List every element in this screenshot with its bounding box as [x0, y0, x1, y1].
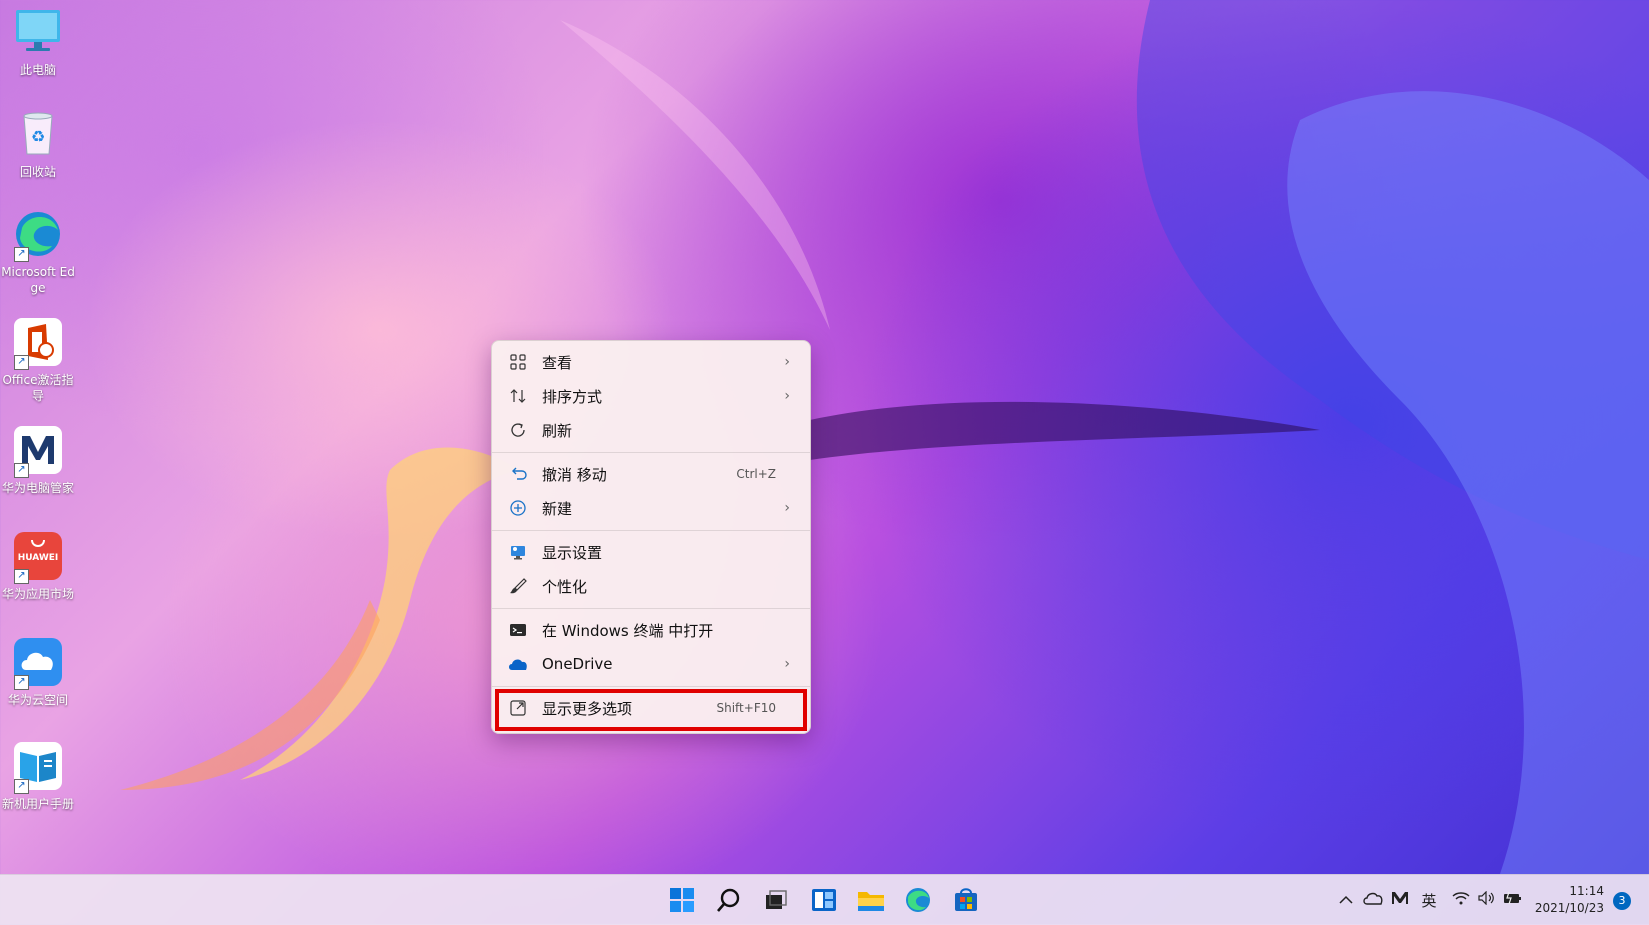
shortcut-arrow-icon: ↗: [14, 569, 29, 584]
cloud-icon: [1363, 891, 1383, 909]
task-view-icon: [766, 890, 787, 909]
tray-volume[interactable]: [1474, 875, 1500, 925]
desktop-icon-huawei-cloud[interactable]: ↗ 华为云空间: [0, 636, 76, 708]
menu-item-shortcut: Ctrl+Z: [736, 467, 776, 481]
undo-icon: [508, 464, 528, 484]
menu-item-label: 个性化: [542, 577, 588, 596]
desktop-icon-microsoft-edge[interactable]: ↗ Microsoft Edge: [0, 208, 76, 296]
menu-separator: [492, 452, 810, 453]
desktop-icon-huawei-appgallery[interactable]: HUAWEI ↗ 华为应用市场: [0, 530, 76, 602]
computer-icon: [16, 10, 60, 51]
shortcut-arrow-icon: ↗: [14, 247, 29, 262]
shortcut-arrow-icon: ↗: [14, 355, 29, 370]
menu-item-label: 排序方式: [542, 387, 603, 406]
store-icon: [955, 888, 977, 911]
tray-onedrive[interactable]: [1360, 875, 1386, 925]
start-button[interactable]: [666, 884, 698, 916]
tray-overflow-button[interactable]: [1335, 875, 1357, 925]
search-icon: [717, 888, 740, 912]
menu-item-label: 刷新: [542, 421, 573, 440]
wallpaper: [120, 0, 1649, 874]
store-button[interactable]: [950, 884, 982, 916]
menu-item-display-settings[interactable]: 显示设置: [496, 535, 806, 569]
menu-item-label: 显示设置: [542, 543, 603, 562]
tray-input-language[interactable]: 英: [1416, 875, 1442, 925]
widgets-icon: [812, 889, 836, 911]
menu-item-undo-move[interactable]: 撤消 移动 Ctrl+Z: [496, 457, 806, 491]
menu-item-refresh[interactable]: 刷新: [496, 413, 806, 447]
desktop-icon-office-activation[interactable]: ↗ Office激活指导: [0, 316, 76, 404]
desktop-icon-this-pc[interactable]: 此电脑: [0, 6, 76, 78]
menu-item-onedrive[interactable]: OneDrive ›: [496, 647, 806, 681]
menu-separator: [492, 608, 810, 609]
edge-taskbar-button[interactable]: [902, 884, 934, 916]
desktop-icon-recycle-bin[interactable]: ♻ 回收站: [0, 108, 76, 180]
tray-huawei-pc-manager[interactable]: [1388, 875, 1412, 925]
svg-text:HUAWEI: HUAWEI: [18, 553, 59, 563]
menu-item-sort-by[interactable]: 排序方式 ›: [496, 379, 806, 413]
desktop-icon-label: 回收站: [19, 165, 56, 179]
menu-separator: [492, 686, 810, 687]
brush-icon: [508, 576, 528, 596]
clock-date: 2021/10/23: [1534, 901, 1604, 915]
desktop-icon-label: 此电脑: [19, 63, 56, 77]
desktop-icon-user-manual[interactable]: ↗ 新机用户手册: [0, 740, 76, 812]
desktop-icon-label: 华为电脑管家: [1, 481, 74, 495]
display-settings-icon: [508, 542, 528, 562]
shortcut-arrow-icon: ↗: [14, 675, 29, 690]
chevron-right-icon: ›: [784, 500, 790, 516]
menu-item-label: 在 Windows 终端 中打开: [542, 621, 714, 640]
desktop-icon-label: Office激活指导: [2, 373, 74, 403]
chevron-right-icon: ›: [784, 656, 790, 672]
menu-item-view[interactable]: 查看 ›: [496, 345, 806, 379]
start-icon: [670, 888, 694, 912]
highlight-box: [495, 689, 807, 731]
volume-icon: [1478, 890, 1496, 909]
chevron-right-icon: ›: [784, 388, 790, 404]
shortcut-arrow-icon: ↗: [14, 779, 29, 794]
menu-item-new[interactable]: 新建 ›: [496, 491, 806, 525]
menu-item-label: 查看: [542, 353, 573, 372]
search-button[interactable]: [713, 884, 745, 916]
recycle-bin-icon: ♻: [23, 112, 53, 155]
shortcut-arrow-icon: ↗: [14, 463, 29, 478]
menu-item-label: 新建: [542, 499, 573, 518]
desktop-icon-label: Microsoft Edge: [1, 265, 75, 295]
file-explorer-button[interactable]: [855, 884, 887, 916]
desktop-icon-label: 新机用户手册: [1, 797, 74, 811]
widgets-button[interactable]: [808, 884, 840, 916]
svg-text:♻: ♻: [31, 127, 45, 146]
tray-wifi[interactable]: [1448, 875, 1474, 925]
task-view-button[interactable]: [760, 884, 792, 916]
menu-item-personalize[interactable]: 个性化: [496, 569, 806, 603]
refresh-icon: [508, 420, 528, 440]
sort-icon: [508, 386, 528, 406]
grid-icon: [508, 352, 528, 372]
edge-icon: [906, 888, 930, 912]
huawei-pc-manager-icon: [1391, 891, 1409, 909]
menu-separator: [492, 530, 810, 531]
desktop-icon-huawei-pc-manager[interactable]: ↗ 华为电脑管家: [0, 424, 76, 496]
taskbar: 英 11:14 2021/10/23 3: [0, 874, 1649, 925]
menu-item-open-in-terminal[interactable]: 在 Windows 终端 中打开: [496, 613, 806, 647]
chevron-up-icon: [1339, 891, 1353, 909]
tray-battery[interactable]: [1500, 875, 1526, 925]
tray-clock[interactable]: 11:14 2021/10/23: [1528, 883, 1604, 917]
onedrive-icon: [508, 654, 528, 674]
menu-item-label: 撤消 移动: [542, 465, 607, 484]
menu-item-label: OneDrive: [542, 655, 613, 673]
notification-badge[interactable]: 3: [1613, 892, 1631, 910]
terminal-icon: [508, 620, 528, 640]
wifi-icon: [1452, 891, 1470, 909]
desktop-icon-label: 华为云空间: [7, 693, 68, 707]
clock-time: 11:14: [1569, 884, 1604, 898]
new-plus-icon: [508, 498, 528, 518]
desktop-icon-label: 华为应用市场: [1, 587, 74, 601]
file-explorer-icon: [858, 892, 884, 911]
desktop-context-menu: 查看 › 排序方式 › 刷新 撤消 移动 Ctrl+Z 新建 › 显示设置 个性…: [491, 340, 811, 734]
chevron-right-icon: ›: [784, 354, 790, 370]
battery-charging-icon: [1503, 891, 1523, 909]
